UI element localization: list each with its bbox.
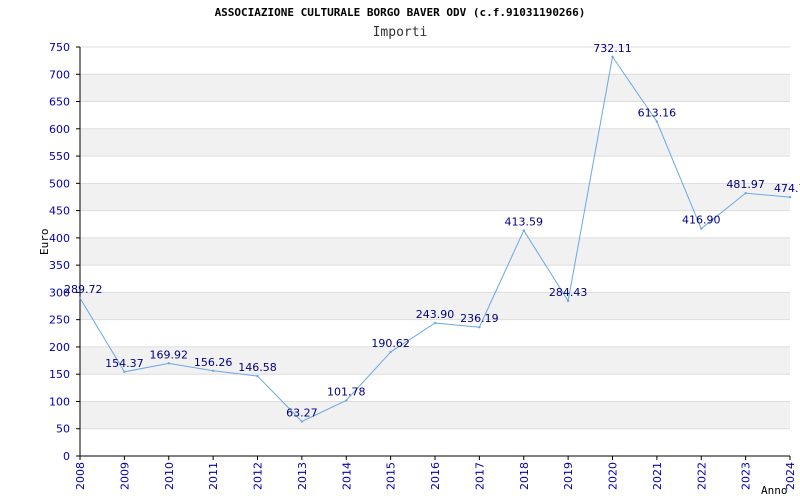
data-point xyxy=(345,399,348,402)
y-tick-label: 0 xyxy=(63,450,70,463)
data-point xyxy=(78,296,82,300)
x-tick-label: 2008 xyxy=(74,462,87,490)
data-point xyxy=(655,120,659,123)
x-tick-label: 2019 xyxy=(562,462,575,490)
y-tick-label: 200 xyxy=(49,341,70,354)
data-label: 156.26 xyxy=(194,356,233,369)
x-tick-label: 2017 xyxy=(473,462,486,490)
x-tick-label: 2011 xyxy=(207,462,220,490)
data-label: 169.92 xyxy=(150,348,189,361)
x-tick-label: 2010 xyxy=(163,462,176,490)
y-tick-label: 650 xyxy=(49,96,70,109)
data-label: 190.62 xyxy=(371,337,410,350)
data-label: 236.19 xyxy=(460,312,499,325)
data-label: 474.7 xyxy=(774,182,800,195)
x-tick-label: 2014 xyxy=(340,462,353,490)
y-tick-label: 100 xyxy=(49,395,70,408)
y-tick-label: 50 xyxy=(56,423,70,436)
data-point xyxy=(256,374,259,378)
data-point xyxy=(211,369,215,372)
y-tick-label: 600 xyxy=(49,123,70,136)
y-tick-label: 700 xyxy=(49,68,70,81)
y-tick-label: 500 xyxy=(49,177,70,190)
data-point xyxy=(700,227,703,230)
data-point xyxy=(522,229,525,232)
data-label: 243.90 xyxy=(416,308,455,321)
x-tick-label: 2023 xyxy=(740,462,753,490)
data-point xyxy=(167,362,170,365)
data-label: 613.16 xyxy=(638,107,677,120)
data-point xyxy=(744,191,747,195)
data-label: 413.59 xyxy=(505,215,544,228)
data-label: 146.58 xyxy=(238,361,277,374)
x-tick-label: 2016 xyxy=(429,462,442,490)
grid-band xyxy=(80,128,790,157)
y-tick-label: 150 xyxy=(49,368,70,381)
x-tick-label: 2021 xyxy=(651,462,664,490)
data-label: 154.37 xyxy=(105,357,144,370)
data-label: 289.72 xyxy=(64,283,103,296)
x-tick-label: 2020 xyxy=(607,462,620,490)
x-tick-label: 2018 xyxy=(518,462,531,490)
data-point xyxy=(123,370,126,374)
data-label: 284.43 xyxy=(549,286,588,299)
x-tick-label: 2012 xyxy=(252,462,265,490)
line-chart: 0501001502002503003504004505005506006507… xyxy=(49,41,800,490)
grid-band xyxy=(80,237,790,266)
x-tick-label: 2013 xyxy=(296,462,309,490)
data-label: 101.78 xyxy=(327,385,366,398)
data-point xyxy=(566,299,570,303)
data-label: 416.90 xyxy=(682,214,721,227)
data-label: 63.27 xyxy=(286,406,318,419)
data-point xyxy=(389,350,392,354)
y-tick-label: 250 xyxy=(49,314,70,327)
x-tick-label: 2024 xyxy=(784,462,797,490)
y-tick-label: 450 xyxy=(49,205,70,218)
data-point xyxy=(788,195,792,199)
y-tick-label: 400 xyxy=(49,232,70,245)
data-point xyxy=(478,325,481,329)
x-tick-label: 2022 xyxy=(695,462,708,490)
x-tick-label: 2015 xyxy=(385,462,398,490)
grid-band xyxy=(80,183,790,211)
y-tick-label: 350 xyxy=(49,259,70,272)
x-tick-label: 2009 xyxy=(118,462,131,490)
data-point xyxy=(433,321,437,325)
y-tick-label: 750 xyxy=(49,41,70,54)
data-point xyxy=(300,420,304,423)
y-tick-label: 550 xyxy=(49,150,70,163)
grid-band xyxy=(80,401,790,429)
grid-band xyxy=(80,74,790,102)
data-point xyxy=(611,55,614,58)
data-label: 481.97 xyxy=(726,178,765,191)
data-label: 732.11 xyxy=(593,42,632,55)
